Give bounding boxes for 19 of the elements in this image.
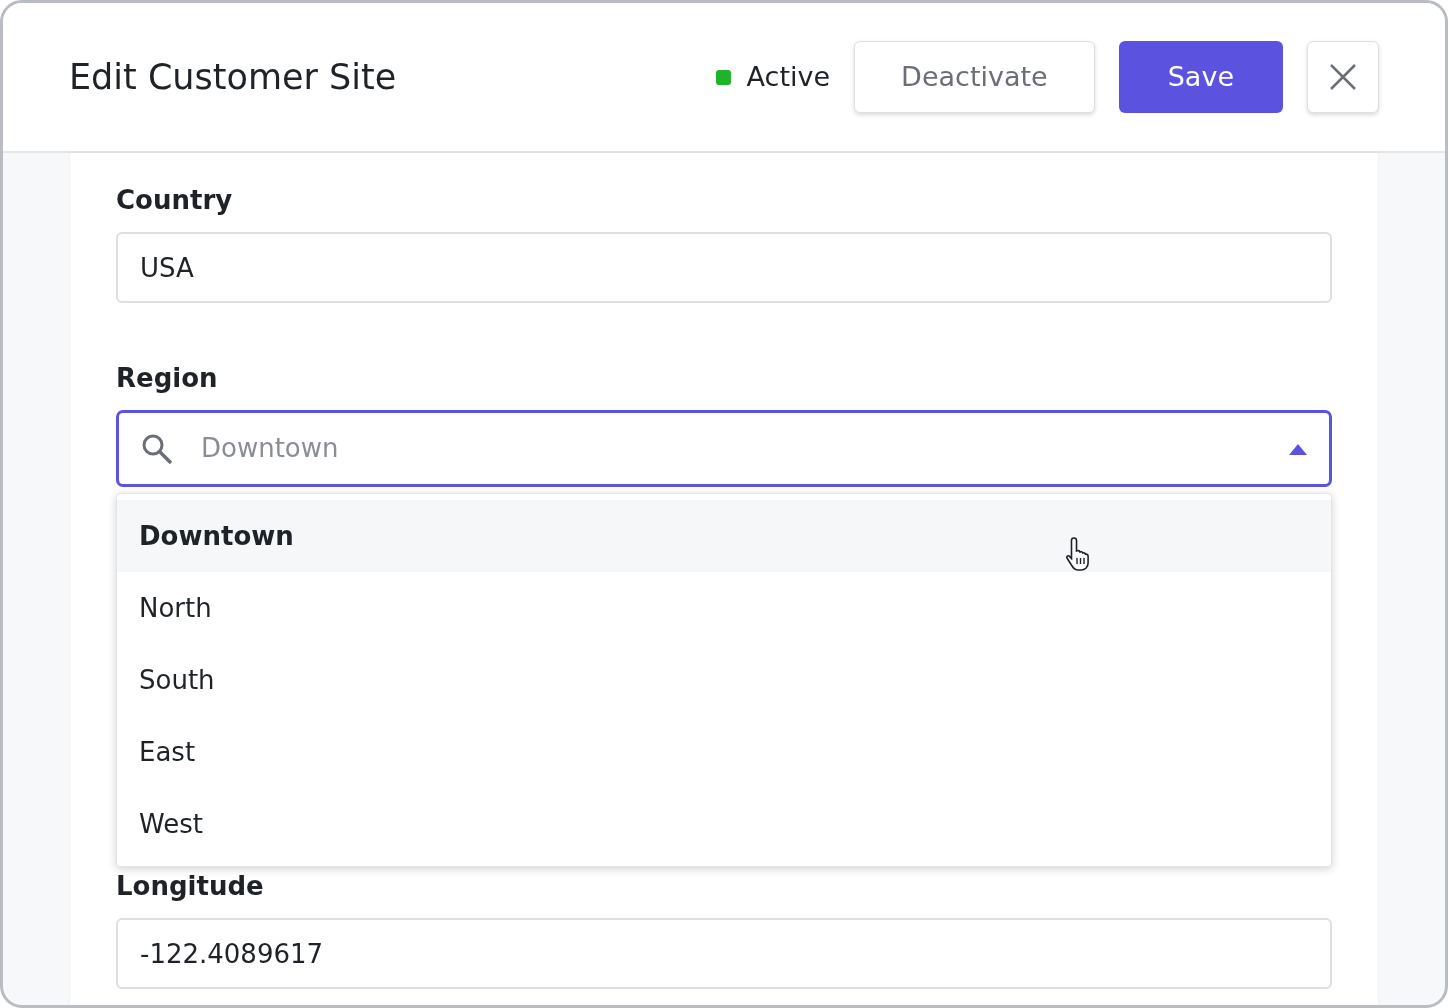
save-button[interactable]: Save <box>1118 41 1283 113</box>
field-label: Country <box>116 184 233 217</box>
dropdown-option[interactable]: North <box>117 572 1331 644</box>
dropdown-option[interactable]: Downtown <box>117 500 1331 572</box>
close-button[interactable] <box>1307 41 1379 113</box>
dropdown-option[interactable]: South <box>117 644 1331 716</box>
search-icon <box>141 432 173 465</box>
field-label: Region <box>116 362 218 395</box>
input-field[interactable]: -122.4089617 <box>116 918 1332 989</box>
field-label: Longitude <box>116 870 264 903</box>
deactivate-button[interactable]: Deactivate <box>854 41 1095 113</box>
close-icon <box>1328 62 1358 92</box>
dropdown-option[interactable]: West <box>117 788 1331 860</box>
search-combobox[interactable]: Downtown <box>116 410 1332 487</box>
search-input[interactable]: Downtown <box>199 428 1263 469</box>
input-field[interactable]: USA <box>116 232 1332 303</box>
dropdown-option[interactable]: East <box>117 716 1331 788</box>
dialog-title: Edit Customer Site <box>69 56 397 98</box>
status-label: Active <box>746 59 831 94</box>
